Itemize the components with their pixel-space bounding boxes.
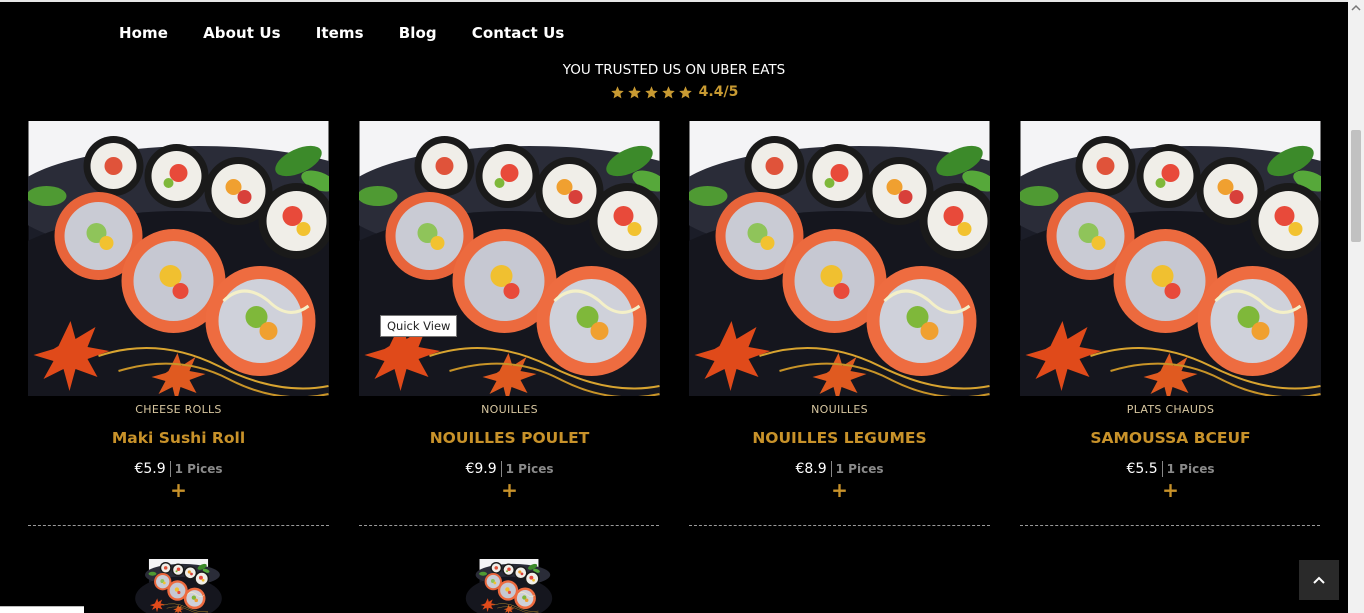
product-image[interactable] (1020, 121, 1321, 396)
card-divider (359, 525, 659, 526)
plus-icon[interactable]: + (689, 480, 990, 500)
star-icon (627, 85, 641, 98)
nav-home[interactable]: Home (119, 24, 168, 42)
product-price: €9.9 (465, 461, 497, 477)
product-pieces: 1 Pices (835, 462, 884, 476)
product-image[interactable] (28, 559, 329, 613)
product-category[interactable]: PLATS CHAUDS (1020, 403, 1321, 416)
star-icon (661, 85, 675, 98)
product-name[interactable]: SAMOUSSA BCEUF (1020, 429, 1321, 447)
product-price: €5.5 (1126, 461, 1158, 477)
product-category[interactable]: CHEESE ROLLS (28, 403, 329, 416)
product-name[interactable]: NOUILLES LEGUMES (689, 429, 990, 447)
product-card: PLATS CHAUDS SAMOUSSA BCEUF €5.5 1 Pices … (1020, 121, 1321, 500)
product-card: CHEESE ROLLS Maki Sushi Roll €5.9 1 Pices… (28, 121, 329, 500)
plus-icon[interactable]: + (28, 480, 329, 500)
rating: 4.4/5 (0, 84, 1348, 100)
quick-view-tooltip[interactable]: Quick View (380, 315, 458, 337)
scroll-up-arrow-icon[interactable] (1348, 0, 1364, 16)
product-pieces: 1 Pices (174, 462, 223, 476)
nav-contact-us[interactable]: Contact Us (472, 24, 565, 42)
trust-banner: YOU TRUSTED US ON UBER EATS 4.4/5 (0, 62, 1348, 100)
main-nav: Home About Us Items Blog Contact Us (119, 24, 599, 42)
scrollbar[interactable] (1348, 0, 1364, 613)
card-divider (689, 525, 990, 526)
product-image[interactable] (359, 121, 660, 396)
product-image[interactable] (359, 559, 659, 613)
product-price-line: €5.5 1 Pices (1020, 461, 1321, 477)
product-image[interactable] (689, 121, 990, 396)
card-divider (1020, 525, 1320, 526)
status-bar (0, 606, 84, 613)
browser-top-edge (0, 0, 1364, 2)
product-price-line: €9.9 1 Pices (359, 461, 660, 477)
product-card: NOUILLES NOUILLES POULET €9.9 1 Pices + (359, 121, 660, 500)
product-price-line: €8.9 1 Pices (689, 461, 990, 477)
product-name[interactable]: Maki Sushi Roll (28, 429, 329, 447)
rating-value: 4.4/5 (698, 84, 739, 100)
nav-items[interactable]: Items (316, 24, 364, 42)
divider (169, 461, 171, 477)
nav-about-us[interactable]: About Us (203, 24, 281, 42)
nav-blog[interactable]: Blog (399, 24, 437, 42)
product-price: €8.9 (795, 461, 827, 477)
product-image[interactable] (28, 121, 329, 396)
card-divider (28, 525, 329, 526)
plus-icon[interactable]: + (1020, 480, 1321, 500)
product-price: €5.9 (134, 461, 166, 477)
plus-icon[interactable]: + (359, 480, 660, 500)
product-price-line: €5.9 1 Pices (28, 461, 329, 477)
back-to-top-button[interactable] (1299, 560, 1339, 600)
product-category[interactable]: NOUILLES (689, 403, 990, 416)
divider (1161, 461, 1163, 477)
product-name[interactable]: NOUILLES POULET (359, 429, 660, 447)
product-pieces: 1 Pices (1166, 462, 1215, 476)
scrollbar-thumb[interactable] (1351, 130, 1361, 242)
product-category[interactable]: NOUILLES (359, 403, 660, 416)
divider (500, 461, 502, 477)
trust-title: YOU TRUSTED US ON UBER EATS (562, 62, 786, 78)
product-card: NOUILLES NOUILLES LEGUMES €8.9 1 Pices + (689, 121, 990, 500)
chevron-up-icon (1313, 576, 1325, 584)
star-icon (644, 85, 658, 98)
star-icon (610, 85, 624, 98)
product-pieces: 1 Pices (505, 462, 554, 476)
divider (830, 461, 832, 477)
star-icon (678, 85, 692, 98)
